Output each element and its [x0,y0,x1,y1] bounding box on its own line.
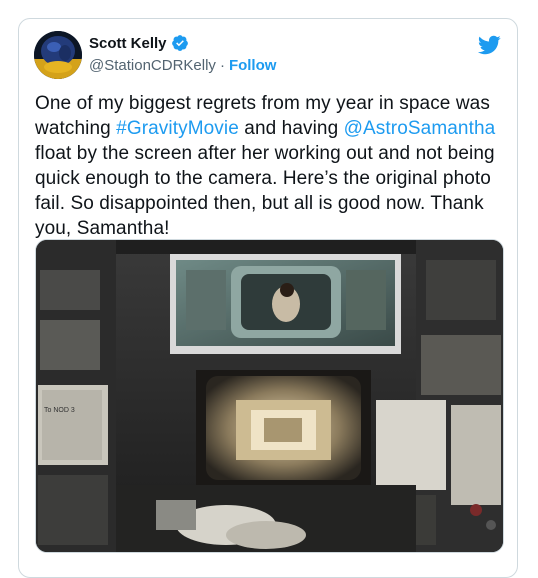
author-handle-row: @StationCDRKelly · Follow [89,57,276,74]
author-name-row: Scott Kelly [89,34,189,52]
tweet-text: One of my biggest regrets from my year i… [35,91,505,241]
separator-dot: · [219,57,225,74]
hatch-label: To NOD 3 [44,407,75,414]
follow-button[interactable]: Follow [229,57,277,74]
tweet-card[interactable]: Scott Kelly @StationCDRKelly · Follow On… [18,18,518,578]
avatar-image [34,31,82,79]
twitter-bird-icon[interactable] [477,33,501,57]
verified-badge-icon [171,34,189,52]
tweet-text-part: and having [238,118,344,139]
mention-link[interactable]: @AstroSamantha [344,118,496,139]
tweet-text-part: float by the screen after her working ou… [35,143,495,239]
tweet-photo[interactable]: To NOD 3 [35,239,504,553]
space-station-photo: To NOD 3 [36,240,503,552]
avatar[interactable] [34,31,82,79]
author-handle[interactable]: @StationCDRKelly [89,57,216,74]
hashtag-link[interactable]: #GravityMovie [116,118,239,139]
author-display-name[interactable]: Scott Kelly [89,35,167,52]
